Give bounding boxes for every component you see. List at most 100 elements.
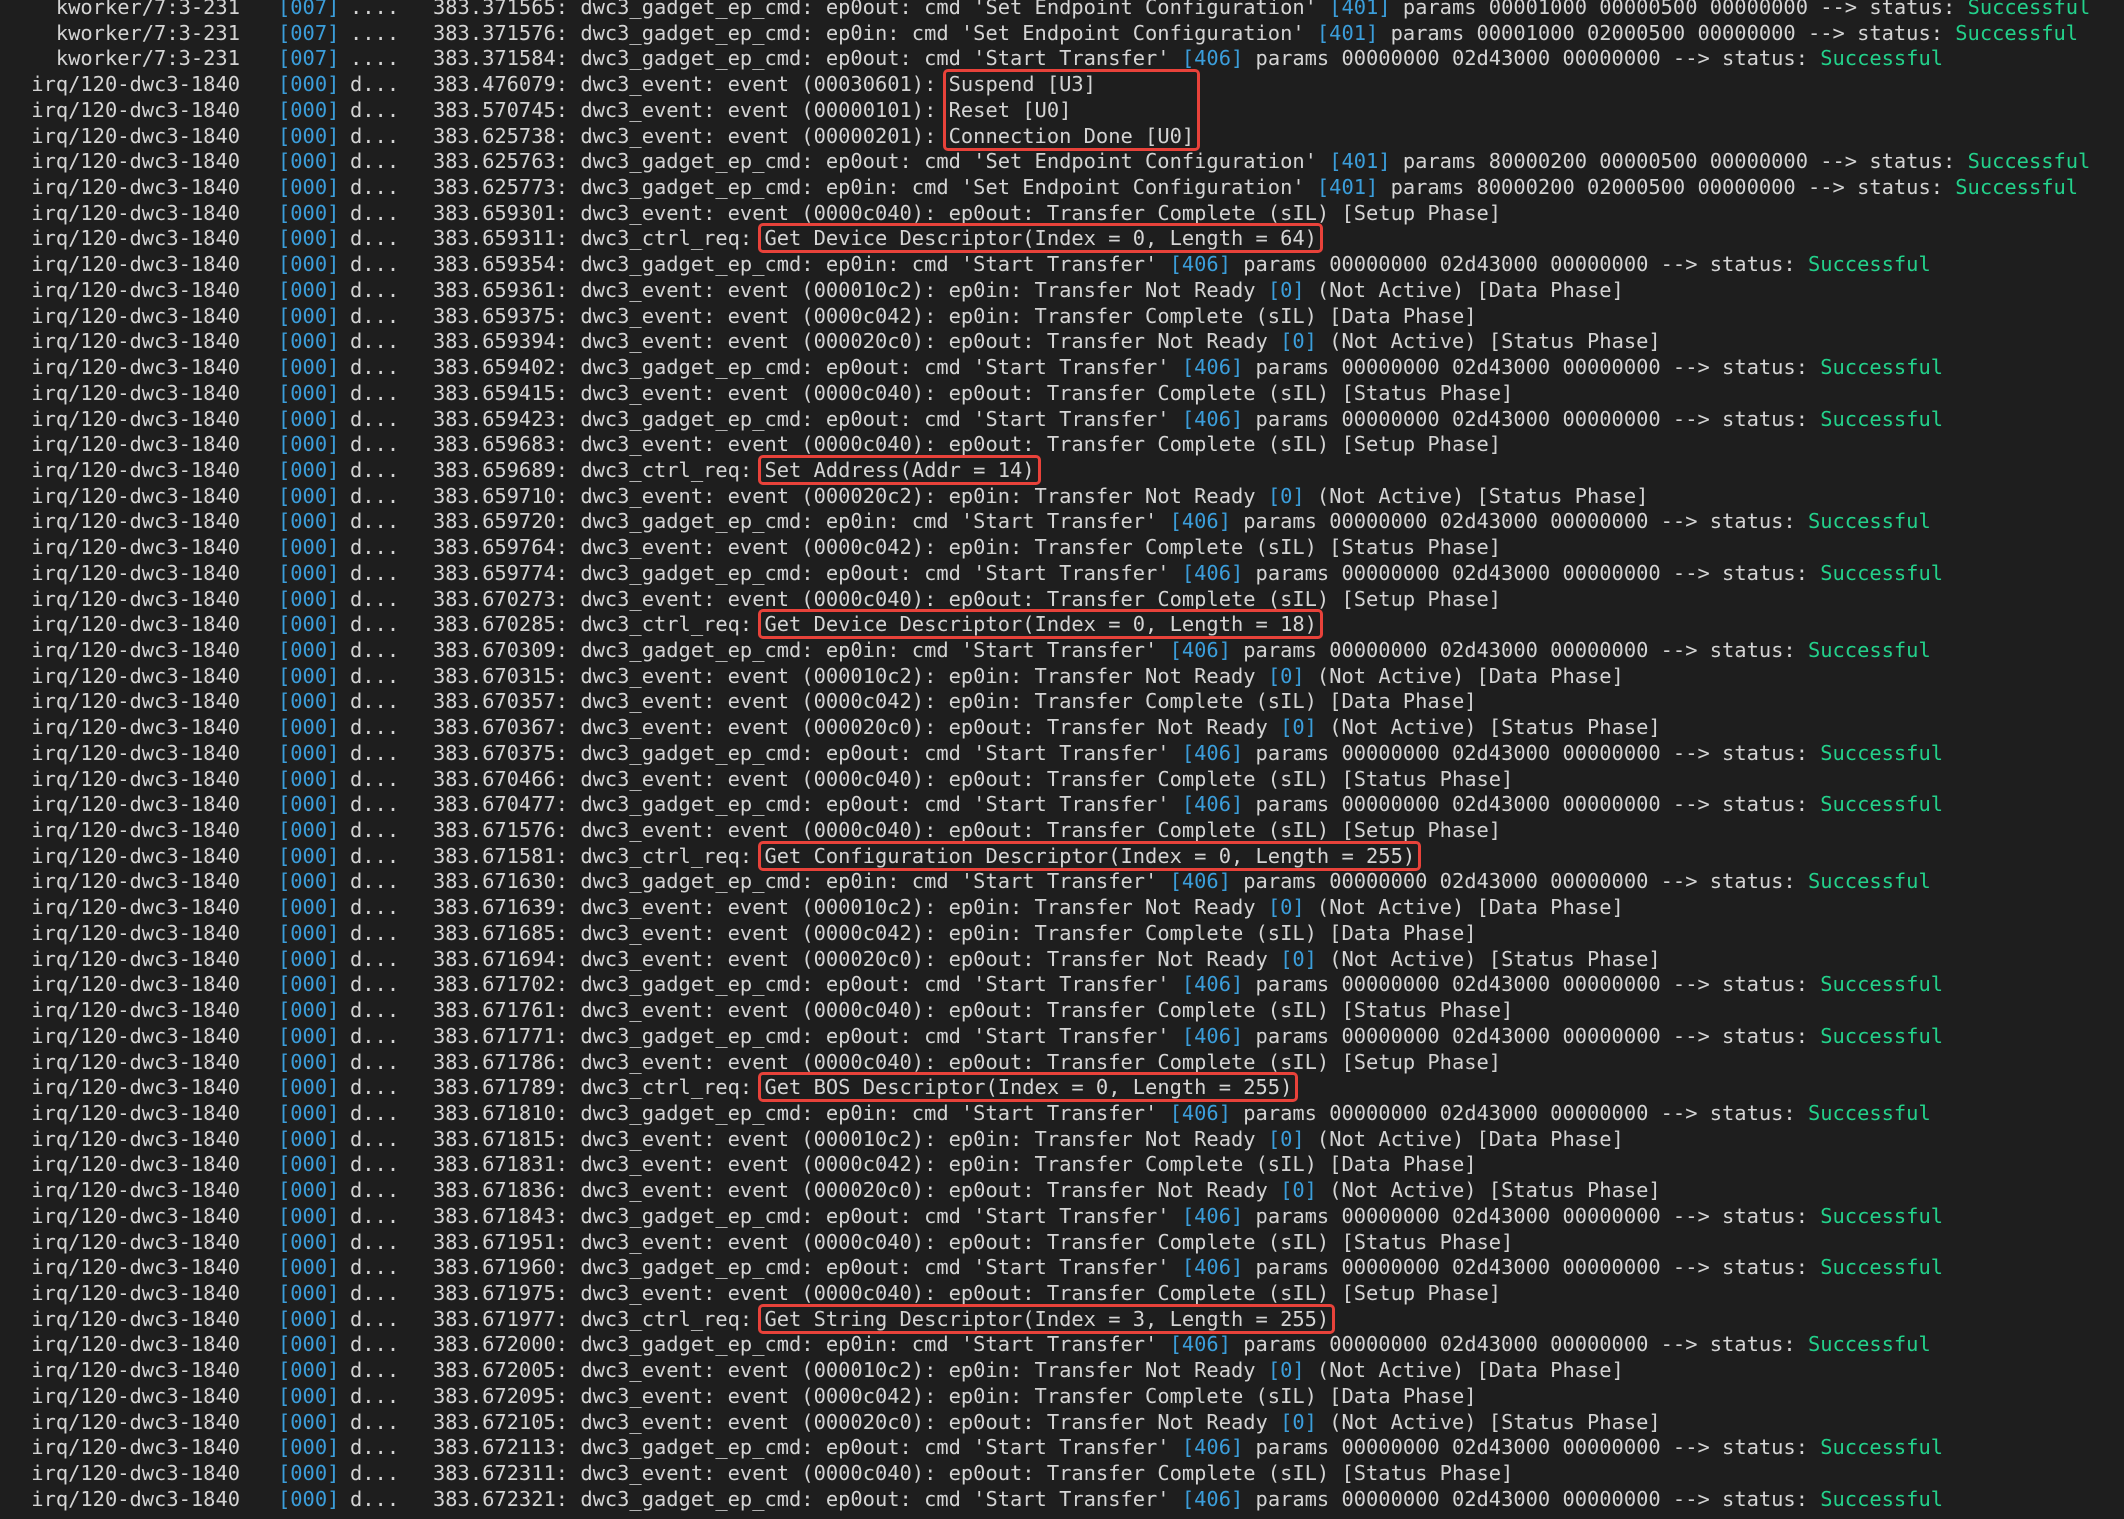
- log-text: Get Device Descriptor(Index = 0, Length …: [752, 226, 1317, 251]
- log-message: 383.659774: dwc3_gadget_ep_cmd: ep0out: …: [433, 560, 1943, 586]
- log-function: dwc3_event:: [580, 200, 716, 225]
- log-text: params 00000000 02d43000 00000000 --> st…: [1243, 792, 1821, 817]
- log-message: 383.670466: dwc3_event: event (0000c040)…: [433, 766, 1513, 792]
- log-function: dwc3_event:: [580, 715, 716, 740]
- log-text: event (0000c040): ep0out: Transfer Compl…: [715, 1281, 1502, 1305]
- log-text: ep0in: cmd 'Start Transfer': [813, 509, 1170, 534]
- log-cpu: [000]: [278, 586, 340, 611]
- log-function: dwc3_event:: [580, 277, 716, 302]
- log-function: dwc3_gadget_ep_cmd:: [580, 0, 814, 19]
- log-timestamp: 383.670375:: [433, 740, 569, 765]
- log-index: [406]: [1181, 560, 1244, 585]
- log-flags: d...: [350, 1358, 400, 1383]
- log-flags: d...: [350, 535, 400, 560]
- log-function: dwc3_gadget_ep_cmd:: [580, 1435, 814, 1460]
- log-message: 383.670309: dwc3_gadget_ep_cmd: ep0in: c…: [433, 637, 1931, 663]
- log-cpu: [000]: [278, 1126, 340, 1151]
- log-cpu: [000]: [278, 1100, 340, 1125]
- log-function: dwc3_event:: [580, 586, 716, 611]
- log-function: dwc3_gadget_ep_cmd:: [580, 638, 814, 662]
- log-text: params 80000200 02000500 00000000 --> st…: [1378, 175, 1956, 200]
- log-message: 383.670477: dwc3_gadget_ep_cmd: ep0out: …: [433, 791, 1943, 817]
- log-cpu: [000]: [278, 792, 340, 817]
- log-index: [406]: [1181, 1435, 1244, 1460]
- log-index: [406]: [1181, 1255, 1244, 1280]
- log-message: 383.659689: dwc3_ctrl_req: Set Address(A…: [433, 457, 1035, 483]
- log-function: dwc3_event:: [580, 123, 716, 148]
- log-function: dwc3_gadget_ep_cmd:: [580, 406, 814, 431]
- log-index: [406]: [1181, 792, 1244, 817]
- log-message: 383.659720: dwc3_gadget_ep_cmd: ep0in: c…: [433, 508, 1931, 534]
- log-text: ep0out: cmd 'Start Transfer': [813, 972, 1182, 997]
- log-text: params 00000000 02d43000 00000000 --> st…: [1230, 869, 1808, 894]
- log-function: dwc3_ctrl_req:: [580, 1075, 753, 1100]
- log-text: ep0out: cmd 'Start Transfer': [813, 406, 1182, 431]
- log-message: 383.671836: dwc3_event: event (000020c0)…: [433, 1177, 1661, 1203]
- log-index: [0]: [1267, 483, 1305, 508]
- log-message: 383.371576: dwc3_gadget_ep_cmd: ep0in: c…: [433, 20, 2078, 46]
- log-text: event (000010c2): ep0in: Transfer Not Re…: [715, 1126, 1268, 1151]
- log-index: [406]: [1181, 1203, 1244, 1228]
- log-flags: d...: [350, 998, 400, 1023]
- log-text: event (000020c0): ep0out: Transfer Not R…: [715, 715, 1281, 740]
- log-task: irq/120-dwc3-1840: [31, 663, 240, 688]
- log-message: 383.570745: dwc3_event: event (00000101)…: [433, 97, 1071, 123]
- log-message: 383.659764: dwc3_event: event (0000c042)…: [433, 534, 1501, 560]
- log-timestamp: 383.670285:: [433, 612, 569, 637]
- log-cpu: [000]: [278, 1203, 340, 1228]
- log-message: 383.670367: dwc3_event: event (000020c0)…: [433, 714, 1661, 740]
- log-cpu: [000]: [278, 303, 340, 328]
- log-timestamp: 383.659764:: [433, 535, 569, 560]
- log-index: [401]: [1329, 149, 1391, 174]
- log-timestamp: 383.371565:: [433, 0, 569, 19]
- log-message: 383.671576: dwc3_event: event (0000c040)…: [433, 817, 1501, 843]
- log-timestamp: 383.672105:: [433, 1409, 569, 1434]
- status-text: Successful: [1955, 175, 2079, 200]
- log-timestamp: 383.625738:: [433, 123, 569, 148]
- log-flags: ....: [350, 46, 400, 71]
- log-text: params 00000000 02d43000 00000000 --> st…: [1243, 1486, 1821, 1511]
- log-text: params 00000000 02d43000 00000000 --> st…: [1243, 1255, 1821, 1280]
- log-text: event (000020c0): ep0out: Transfer Not R…: [715, 1409, 1281, 1434]
- log-timestamp: 383.672000:: [433, 1332, 569, 1357]
- log-message: 383.671951: dwc3_event: event (0000c040)…: [433, 1229, 1513, 1255]
- status-text: Successful: [1820, 972, 1944, 997]
- log-cpu: [000]: [278, 766, 340, 791]
- log-flags: d...: [350, 818, 400, 843]
- log-message: 383.672105: dwc3_event: event (000020c0)…: [433, 1409, 1661, 1435]
- status-text: Successful: [1820, 1486, 1944, 1511]
- log-text: ep0out: cmd 'Start Transfer': [813, 46, 1182, 71]
- log-cpu: [000]: [278, 329, 340, 354]
- log-text: ep0in: cmd 'Start Transfer': [813, 1332, 1170, 1357]
- log-message: 383.659354: dwc3_gadget_ep_cmd: ep0in: c…: [433, 251, 1931, 277]
- log-index: [0]: [1280, 946, 1317, 971]
- log-flags: d...: [350, 1281, 400, 1305]
- log-function: dwc3_gadget_ep_cmd:: [580, 509, 814, 534]
- log-function: dwc3_gadget_ep_cmd:: [580, 560, 814, 585]
- log-function: dwc3_event:: [580, 483, 716, 508]
- log-timestamp: 383.659311:: [433, 226, 569, 251]
- log-timestamp: 383.625763:: [433, 149, 569, 174]
- log-task: kworker/7:3-231: [55, 46, 240, 71]
- log-text: ep0out: cmd 'Start Transfer': [813, 1203, 1182, 1228]
- log-task: irq/120-dwc3-1840: [31, 1126, 240, 1151]
- log-text: ep0in: cmd 'Start Transfer': [813, 638, 1170, 662]
- log-function: dwc3_gadget_ep_cmd:: [580, 1255, 814, 1280]
- log-timestamp: 383.672005:: [433, 1358, 569, 1383]
- status-text: Successful: [1820, 740, 1944, 765]
- log-flags: d...: [350, 1152, 400, 1177]
- log-task: irq/120-dwc3-1840: [31, 946, 240, 971]
- log-timestamp: 383.672113:: [433, 1435, 569, 1460]
- log-text: Get Device Descriptor(Index = 0, Length …: [752, 612, 1317, 637]
- log-cpu: [000]: [278, 1255, 340, 1280]
- log-cpu: [000]: [278, 818, 340, 843]
- log-flags: d...: [350, 792, 400, 817]
- log-flags: d...: [350, 123, 400, 148]
- log-task: irq/120-dwc3-1840: [31, 869, 240, 894]
- log-timestamp: 383.671639:: [433, 895, 569, 920]
- log-task: irq/120-dwc3-1840: [31, 766, 240, 791]
- log-timestamp: 383.670315:: [433, 663, 569, 688]
- log-function: dwc3_gadget_ep_cmd:: [580, 20, 814, 45]
- log-message: 383.671702: dwc3_gadget_ep_cmd: ep0out: …: [433, 971, 1943, 997]
- log-flags: d...: [350, 149, 400, 174]
